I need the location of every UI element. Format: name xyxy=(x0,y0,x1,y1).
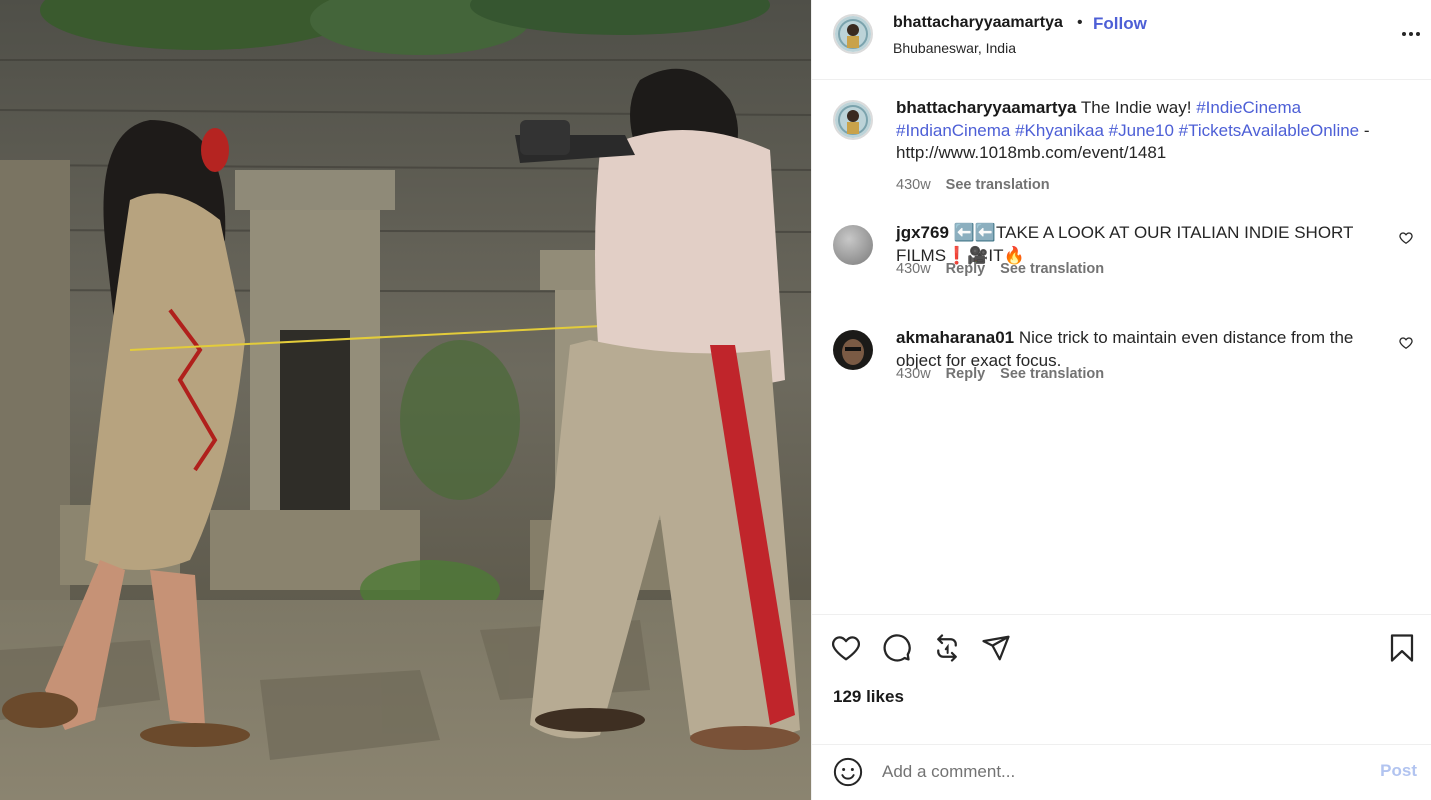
more-options-icon[interactable] xyxy=(1399,22,1423,46)
hashtag-indiancinema[interactable]: #IndianCinema xyxy=(896,121,1010,140)
comment-input[interactable] xyxy=(882,753,1352,791)
hashtag-khyanikaa[interactable]: #Khyanikaa xyxy=(1015,121,1104,140)
heart-icon[interactable] xyxy=(831,633,861,663)
repost-icon[interactable] xyxy=(932,633,962,663)
caption-username[interactable]: bhattacharyyaamartya xyxy=(896,98,1076,117)
photo-illustration xyxy=(0,0,811,800)
send-icon[interactable] xyxy=(981,633,1011,663)
emoji-icon[interactable] xyxy=(833,757,863,787)
caption-see-translation[interactable]: See translation xyxy=(946,177,1050,193)
commenter-avatar-image xyxy=(833,225,873,265)
commenter-avatar[interactable] xyxy=(833,330,873,370)
caption-body: The Indie way! xyxy=(1080,98,1192,117)
see-translation-button[interactable]: See translation xyxy=(1000,261,1104,277)
likes-count[interactable]: 129 likes xyxy=(833,687,904,707)
bookmark-icon[interactable] xyxy=(1387,633,1417,663)
hashtag-ticketsavailableonline[interactable]: #TicketsAvailableOnline xyxy=(1179,121,1359,140)
post-photo[interactable] xyxy=(0,0,811,800)
caption: bhattacharyyaamartya The Indie way! #Ind… xyxy=(833,97,1417,200)
post-comment-button[interactable]: Post xyxy=(1380,761,1417,781)
reply-button[interactable]: Reply xyxy=(946,261,986,277)
add-comment-bar: Post xyxy=(812,744,1431,800)
follow-button[interactable]: Follow xyxy=(1093,14,1147,34)
see-translation-button[interactable]: See translation xyxy=(1000,366,1104,382)
post-header: bhattacharyyaamartya • Follow Bhubaneswa… xyxy=(812,0,1431,80)
separator-dot: • xyxy=(1077,14,1083,31)
comment-like-heart-icon[interactable] xyxy=(1399,336,1413,350)
comment-icon[interactable] xyxy=(882,633,912,663)
instagram-post-view: bhattacharyyaamartya • Follow Bhubaneswa… xyxy=(0,0,1431,800)
comments-list[interactable]: bhattacharyyaamartya The Indie way! #Ind… xyxy=(812,80,1431,614)
comment-time[interactable]: 430w xyxy=(896,261,931,277)
comment-time[interactable]: 430w xyxy=(896,366,931,382)
comment-item: jgx769 ⬅️⬅️TAKE A LOOK AT OUR ITALIAN IN… xyxy=(833,223,1417,305)
commenter-avatar-image xyxy=(833,330,873,370)
comment-meta: 430w Reply See translation xyxy=(896,366,1104,382)
caption-text: bhattacharyyaamartya The Indie way! #Ind… xyxy=(896,97,1417,165)
author-avatar[interactable] xyxy=(833,14,873,54)
post-location[interactable]: Bhubaneswar, India xyxy=(893,40,1016,56)
reply-button[interactable]: Reply xyxy=(946,366,986,382)
caption-avatar-image xyxy=(835,102,871,138)
caption-dash: - xyxy=(1363,120,1370,140)
comment-meta: 430w Reply See translation xyxy=(896,261,1104,277)
commenter-avatar[interactable] xyxy=(833,225,873,265)
comment-item: akmaharana01 Nice trick to maintain even… xyxy=(833,328,1417,410)
caption-time[interactable]: 430w xyxy=(896,177,931,193)
comment-body: ⬅️⬅️TAKE A LOOK AT OUR ITALIAN INDIE SHO… xyxy=(896,223,1354,265)
caption-meta: 430w See translation xyxy=(896,177,1050,193)
comment-like-heart-icon[interactable] xyxy=(1399,231,1413,245)
caption-avatar[interactable] xyxy=(833,100,873,140)
hashtag-indiecinema[interactable]: #IndieCinema xyxy=(1196,98,1301,117)
caption-link: http://www.1018mb.com/event/1481 xyxy=(896,143,1167,162)
author-avatar-image xyxy=(835,16,871,52)
comment-username[interactable]: jgx769 xyxy=(896,223,949,242)
hashtag-june10[interactable]: #June10 xyxy=(1109,121,1174,140)
post-actions: 129 likes xyxy=(812,614,1431,744)
author-username[interactable]: bhattacharyyaamartya xyxy=(893,14,1063,32)
comment-username[interactable]: akmaharana01 xyxy=(896,328,1014,347)
post-details-panel: bhattacharyyaamartya • Follow Bhubaneswa… xyxy=(811,0,1431,800)
